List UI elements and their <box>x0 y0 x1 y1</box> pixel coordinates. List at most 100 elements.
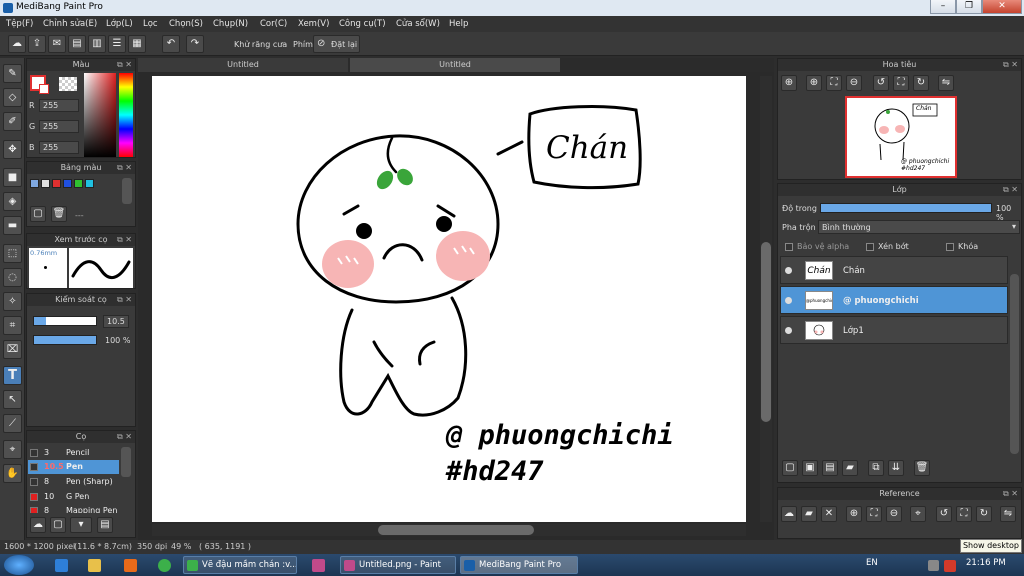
saturation-value-picker[interactable] <box>84 73 116 157</box>
select-pen-icon[interactable]: ⌗ <box>3 316 22 335</box>
g-input[interactable]: 255 <box>39 120 79 133</box>
panel-popout-icon[interactable]: ⧉ ✕ <box>117 431 132 443</box>
visibility-icon[interactable] <box>785 327 792 334</box>
grid-icon[interactable]: ▦ <box>128 35 146 53</box>
visibility-icon[interactable] <box>785 267 792 274</box>
explorer-icon[interactable] <box>88 559 101 572</box>
layer-opacity-slider[interactable] <box>820 203 992 213</box>
delete-layer-icon[interactable]: 🗑 <box>914 460 930 476</box>
brush-item[interactable]: 8 Mapping Pen <box>28 504 119 513</box>
select-rect-icon[interactable]: ⬚ <box>3 244 22 263</box>
divide-tool-icon[interactable]: ⟋ <box>3 414 22 433</box>
panel-popout-icon[interactable]: ⧉ ✕ <box>1003 184 1018 196</box>
flip-icon[interactable]: ⇋ <box>938 75 954 91</box>
tray-network-icon[interactable] <box>928 560 939 571</box>
transparent-swatch[interactable] <box>59 77 77 91</box>
comment-icon[interactable]: ✉ <box>48 35 66 53</box>
text-tool-icon[interactable]: T <box>3 366 22 385</box>
eyedropper-icon[interactable]: ⌖ <box>3 440 22 459</box>
fit-window-icon[interactable]: ⛶ <box>893 75 909 91</box>
gradient-tool-icon[interactable]: ▬ <box>3 216 22 235</box>
move-tool-icon[interactable]: ✥ <box>3 140 22 159</box>
panel-popout-icon[interactable]: ⧉ ✕ <box>117 59 132 71</box>
menu-filter[interactable]: Lọc <box>143 19 158 29</box>
hue-slider[interactable] <box>119 73 133 157</box>
add-brush-icon[interactable]: ▢ <box>50 517 66 533</box>
menu-layer[interactable]: Lớp(L) <box>106 19 133 29</box>
panel-popout-icon[interactable]: ⧉ ✕ <box>117 162 132 174</box>
palette-swatch[interactable] <box>85 179 94 188</box>
start-button[interactable] <box>4 555 34 575</box>
b-input[interactable]: 255 <box>39 141 79 154</box>
menu-edit[interactable]: Chỉnh sửa(E) <box>43 19 97 29</box>
zoom-in-icon[interactable]: ⊕ <box>781 75 797 91</box>
palette-scrollbar[interactable] <box>122 178 132 204</box>
reference-eyedropper-icon[interactable]: ⌖ <box>910 506 926 522</box>
layer-scrollbar[interactable] <box>1010 274 1019 454</box>
canvas-hscrollbar[interactable] <box>152 524 746 536</box>
share-icon[interactable]: ⇪ <box>28 35 46 53</box>
task-paint[interactable]: Untitled.png - Paint <box>340 556 456 574</box>
layer-row[interactable]: Chán Chán <box>780 256 1008 284</box>
rotate-left-icon[interactable]: ↺ <box>873 75 889 91</box>
tab-untitled-1[interactable]: Untitled <box>138 58 348 72</box>
new-layer-icon[interactable]: ▢ <box>782 460 798 476</box>
panel-popout-icon[interactable]: ⧉ ✕ <box>1003 488 1018 500</box>
vscroll-thumb[interactable] <box>761 242 771 422</box>
rotate-right-icon[interactable]: ↻ <box>913 75 929 91</box>
hscroll-thumb[interactable] <box>378 525 534 535</box>
cloud-icon[interactable]: ☁ <box>8 35 26 53</box>
brush-settings-icon[interactable]: ☁ <box>30 517 46 533</box>
panel-popout-icon[interactable]: ⧉ ✕ <box>1003 59 1018 71</box>
new-palette-icon[interactable]: ▢ <box>30 206 46 222</box>
menu-color[interactable]: Cor(C) <box>260 19 287 29</box>
list-icon[interactable]: ☰ <box>108 35 126 53</box>
panel-popout-icon[interactable]: ⧉ ✕ <box>117 294 132 306</box>
visibility-icon[interactable] <box>785 297 792 304</box>
palette-swatch[interactable] <box>74 179 83 188</box>
palette-swatch[interactable] <box>63 179 72 188</box>
rect-fill-icon[interactable]: ■ <box>3 168 22 187</box>
redo-icon[interactable]: ↷ <box>186 35 204 53</box>
brush-props-icon[interactable]: ▤ <box>97 517 113 533</box>
navigator-thumbnail[interactable]: Chán @ phuongchichi #hd247 <box>845 96 957 178</box>
reference-flip-icon[interactable]: ⇋ <box>1000 506 1016 522</box>
canvas-vscrollbar[interactable] <box>760 76 772 522</box>
layer-row[interactable]: Lớp1 <box>780 316 1008 344</box>
chrome-icon[interactable] <box>158 559 171 572</box>
brush-list-scrollbar[interactable] <box>121 447 131 477</box>
dot-tool-icon[interactable]: ✐ <box>3 112 22 131</box>
brush-item[interactable]: 8 Pen (Sharp) <box>28 475 119 489</box>
reference-rotate-right-icon[interactable]: ↻ <box>976 506 992 522</box>
fit-icon[interactable]: ⛶ <box>826 75 842 91</box>
magic-wand-icon[interactable]: ✧ <box>3 292 22 311</box>
r-input[interactable]: 255 <box>39 99 79 112</box>
brush-item-selected[interactable]: 10.5 Pen <box>28 460 119 474</box>
background-color-swatch[interactable] <box>39 84 49 94</box>
document-icon[interactable]: ▥ <box>88 35 106 53</box>
media-player-icon[interactable] <box>124 559 137 572</box>
hand-tool-icon[interactable]: ✋ <box>3 464 22 483</box>
operation-tool-icon[interactable]: ↖ <box>3 390 22 409</box>
brush-item[interactable]: 10 G Pen <box>28 490 119 504</box>
menu-file[interactable]: Tệp(F) <box>6 19 33 29</box>
lock-checkbox[interactable] <box>946 243 954 251</box>
reference-zoom-out-icon[interactable]: ⊖ <box>886 506 902 522</box>
close-button[interactable]: ✕ <box>982 0 1022 14</box>
zoom-in-small-icon[interactable]: ⊕ <box>806 75 822 91</box>
eraser-tool-icon[interactable]: ◇ <box>3 88 22 107</box>
new-layer-8bit-icon[interactable]: ▣ <box>802 460 818 476</box>
brush-size-input[interactable]: 10.5 <box>103 315 129 328</box>
maximize-button[interactable]: ❐ <box>956 0 982 14</box>
protect-alpha-checkbox[interactable] <box>785 243 793 251</box>
menu-window[interactable]: Cửa sổ(W) <box>396 19 440 29</box>
task-chrome[interactable]: Vẽ đậu mầm chán :v... <box>183 556 297 574</box>
lasso-tool-icon[interactable]: ◌ <box>3 268 22 287</box>
reference-fit-icon[interactable]: ⛶ <box>866 506 882 522</box>
panel-popout-icon[interactable]: ⧉ ✕ <box>117 234 132 246</box>
new-layer-1bit-icon[interactable]: ▤ <box>822 460 838 476</box>
undo-icon[interactable]: ↶ <box>162 35 180 53</box>
blend-mode-select[interactable]: Bình thường ▾ <box>818 220 1020 234</box>
menu-help[interactable]: Help <box>449 19 468 29</box>
language-indicator[interactable]: EN <box>866 558 878 568</box>
